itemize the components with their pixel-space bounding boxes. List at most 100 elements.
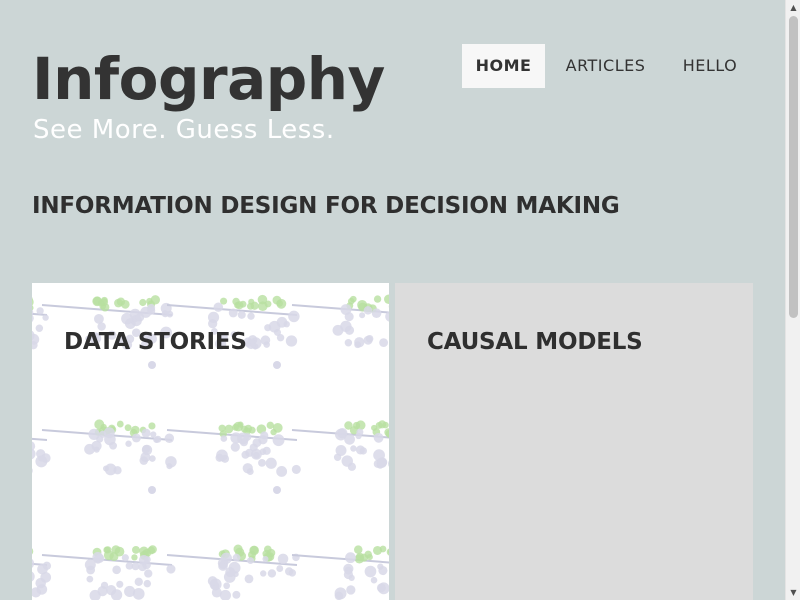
card-title: DATA STORIES [64, 329, 247, 355]
pattern-dot [150, 431, 157, 438]
pattern-dot [121, 554, 129, 562]
page: Infography See More. Guess Less. HOME AR… [0, 0, 785, 600]
pattern-dot [32, 559, 35, 568]
pattern-dot [93, 313, 104, 324]
site-tagline: See More. Guess Less. [33, 115, 335, 145]
pattern-green-dot [382, 421, 389, 429]
pattern-dot [345, 552, 356, 564]
pattern-dot [144, 556, 151, 563]
pattern-dot [246, 468, 254, 476]
pattern-dot [228, 308, 238, 318]
pattern-dot [223, 582, 231, 590]
pattern-dot [220, 435, 228, 442]
pattern-dot [350, 445, 357, 452]
pattern-dot [166, 564, 176, 574]
pattern-dot [232, 590, 241, 599]
pattern-dot [388, 460, 389, 467]
card-causal-models[interactable]: CAUSAL MODELS [395, 283, 753, 600]
pattern-green-dot [386, 548, 389, 556]
pattern-green-dot [233, 544, 243, 554]
pattern-dot [376, 583, 386, 593]
pattern-dot [277, 553, 289, 565]
pattern-trend-line [291, 554, 389, 564]
pattern-dot [103, 427, 115, 439]
pattern-dot [134, 577, 143, 586]
pattern-dot [142, 444, 151, 453]
triangle-down-icon[interactable]: ▼ [786, 585, 800, 600]
pattern-green-dot [32, 548, 34, 555]
pattern-dot [135, 312, 145, 322]
pattern-dot [84, 443, 95, 455]
pattern-green-dot [94, 419, 105, 430]
pattern-green-dot [124, 424, 132, 432]
pattern-dot [334, 587, 347, 600]
pattern-dot [262, 556, 269, 563]
nav-hello[interactable]: HELLO [666, 44, 754, 88]
pattern-dot [97, 586, 108, 597]
pattern-green-dot [246, 302, 255, 310]
pattern-dot [32, 571, 35, 582]
pattern-dot [272, 434, 285, 447]
pattern-green-dot [366, 553, 373, 561]
pattern-dot [370, 576, 378, 584]
pattern-dot [96, 435, 104, 443]
pattern-dot [259, 448, 267, 456]
pattern-dot [348, 574, 355, 582]
pattern-green-dot [355, 552, 365, 561]
pattern-dot [132, 587, 145, 600]
pattern-dot [244, 574, 254, 584]
pattern-dot [35, 455, 48, 468]
site-title[interactable]: Infography [32, 44, 385, 114]
pattern-dot [260, 570, 267, 577]
pattern-green-dot [116, 420, 124, 428]
pattern-dot [371, 308, 382, 319]
pattern-dot [40, 571, 52, 583]
pattern-dot [354, 337, 365, 348]
pattern-green-dot [266, 421, 275, 430]
pattern-dot [258, 458, 266, 467]
nav-home[interactable]: HOME [462, 44, 545, 88]
nav-articles[interactable]: ARTICLES [545, 44, 666, 88]
pattern-green-dot [384, 428, 389, 437]
vertical-scrollbar[interactable]: ▲ ▼ [785, 0, 800, 600]
triangle-up-icon[interactable]: ▲ [786, 0, 800, 15]
pattern-dot [166, 463, 173, 470]
pattern-dot [373, 432, 384, 443]
pattern-green-dot [150, 295, 160, 305]
pattern-dot [166, 310, 174, 318]
pattern-dot [363, 306, 373, 315]
pattern-dot [285, 335, 298, 347]
pattern-dot [143, 579, 152, 588]
pattern-dot [116, 580, 124, 588]
pattern-dot [148, 486, 156, 494]
pattern-dot [346, 585, 356, 595]
pattern-dot [32, 441, 36, 451]
pattern-dot [230, 432, 242, 444]
pattern-dot [207, 576, 218, 586]
pattern-dot [344, 312, 354, 322]
pattern-dot [356, 428, 364, 436]
card-data-stories[interactable]: DATA STORIES [32, 283, 389, 600]
pattern-green-dot [239, 300, 247, 308]
pattern-dot [291, 464, 301, 474]
pattern-green-dot [373, 295, 382, 303]
pattern-dot [344, 433, 355, 445]
pattern-dot [276, 466, 288, 477]
pattern-green-dot [384, 294, 389, 304]
pattern-green-dot [132, 545, 140, 554]
pattern-dot [245, 448, 254, 457]
pattern-dot [258, 435, 268, 445]
pattern-dot [35, 324, 44, 332]
pattern-green-dot [224, 424, 234, 434]
pattern-green-dot [349, 295, 357, 303]
pattern-dot [359, 312, 366, 319]
pattern-green-dot [104, 546, 112, 554]
scrollbar-thumb[interactable] [789, 16, 798, 318]
pattern-green-dot [131, 554, 138, 561]
pattern-green-dot [244, 424, 253, 433]
pattern-dot [230, 442, 240, 452]
pattern-green-dot [109, 552, 119, 562]
pattern-green-dot [257, 301, 268, 312]
pattern-dot [140, 452, 151, 463]
pattern-dot [265, 457, 277, 469]
